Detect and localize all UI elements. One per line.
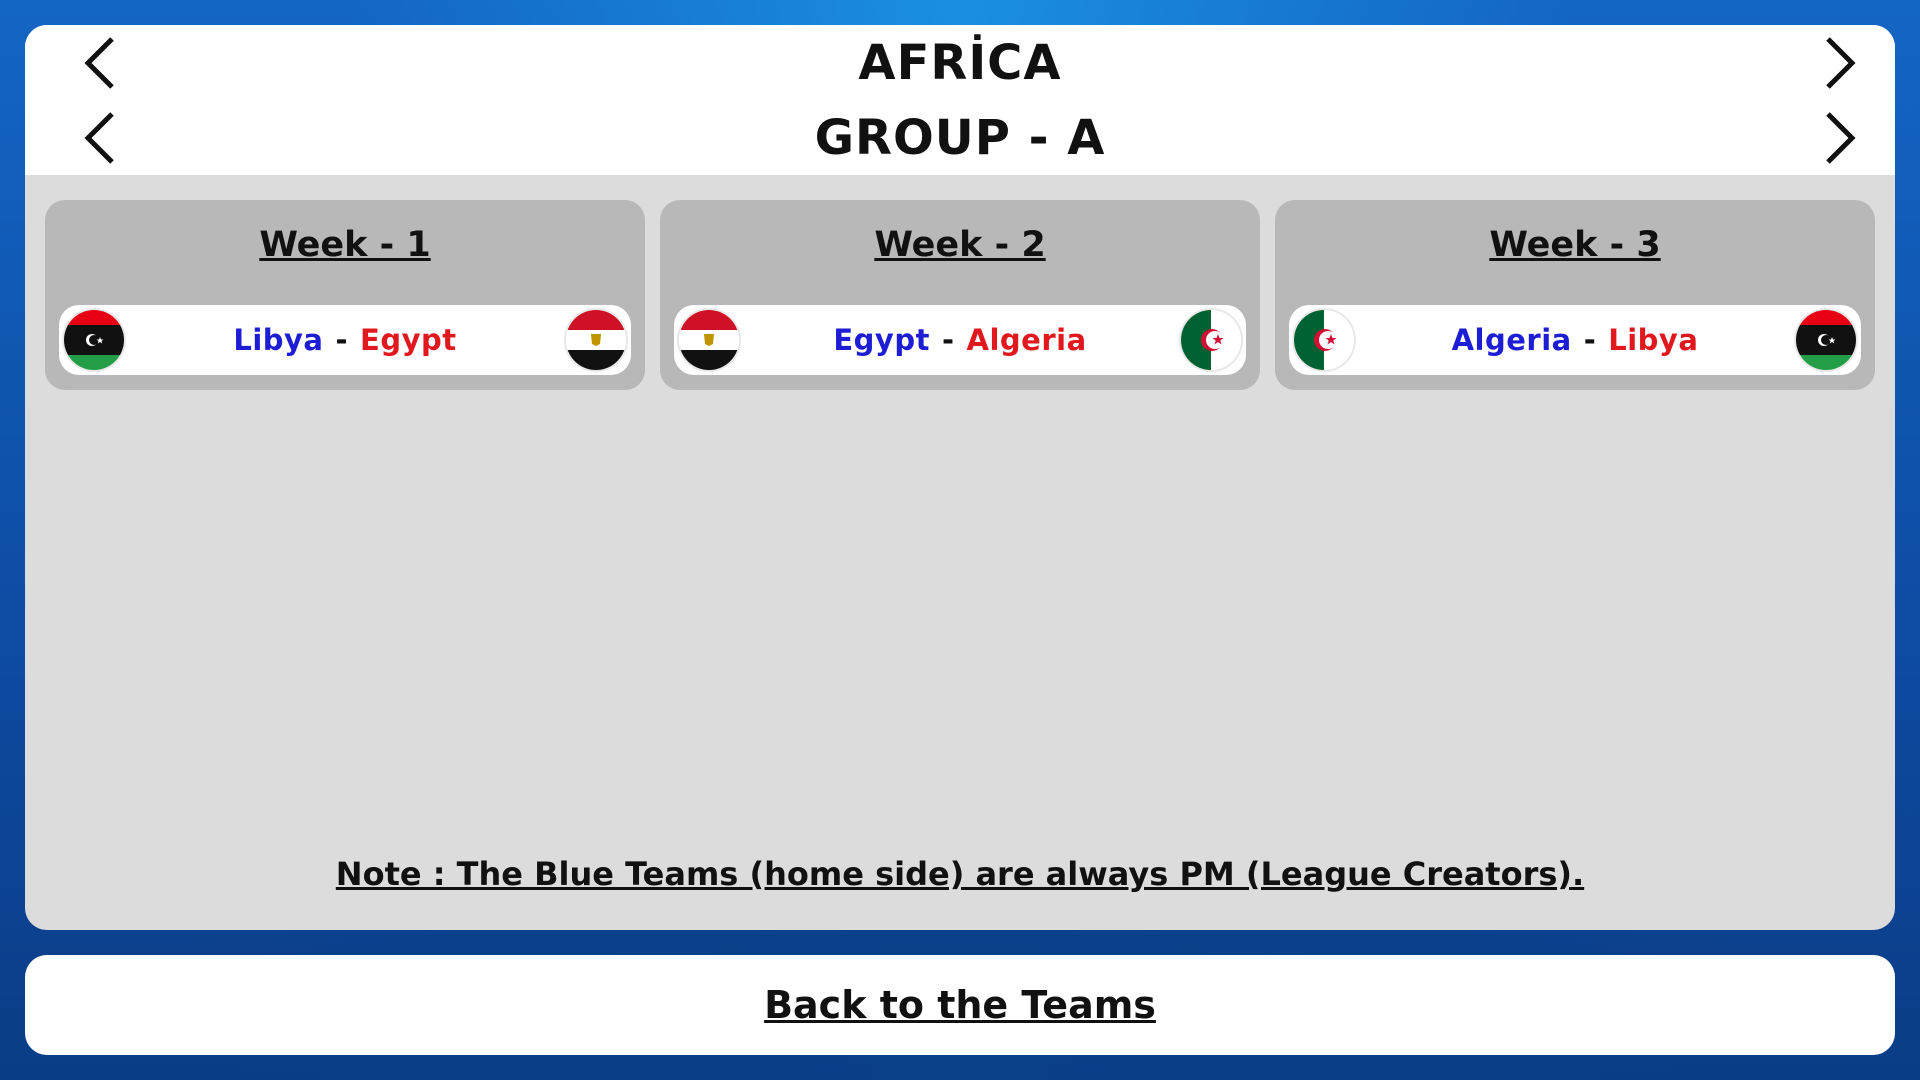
group-title: GROUP - A <box>814 109 1106 166</box>
away-team: Egypt <box>360 323 457 357</box>
week-title: Week - 3 <box>1489 225 1661 265</box>
week-card: Week - 1 Libya - Egypt <box>45 200 645 390</box>
region-row: AFRİCA <box>25 25 1895 100</box>
schedule-panel: AFRİCA GROUP - A Week - 1 Libya - Egypt … <box>25 25 1895 930</box>
league-note: Note : The Blue Teams (home side) are al… <box>335 855 1585 893</box>
match-separator: - <box>1583 323 1597 357</box>
home-team: Egypt <box>833 323 930 357</box>
back-to-teams-button[interactable]: Back to the Teams <box>25 955 1895 1055</box>
match-separator: - <box>941 323 955 357</box>
header: AFRİCA GROUP - A <box>25 25 1895 175</box>
prev-region-chevron-left-icon[interactable] <box>70 33 130 93</box>
away-team: Libya <box>1608 323 1699 357</box>
next-group-chevron-right-icon[interactable] <box>1810 108 1870 168</box>
match-separator: - <box>335 323 349 357</box>
weeks-list: Week - 1 Libya - Egypt Week - 2 Egypt - … <box>45 200 1875 390</box>
match-row[interactable]: Egypt - Algeria <box>674 305 1246 375</box>
week-title: Week - 1 <box>259 225 431 265</box>
prev-group-chevron-left-icon[interactable] <box>70 108 130 168</box>
group-row: GROUP - A <box>25 100 1895 175</box>
egypt-flag-icon <box>566 310 626 370</box>
match-row[interactable]: Algeria - Libya <box>1289 305 1861 375</box>
match-row[interactable]: Libya - Egypt <box>59 305 631 375</box>
next-region-chevron-right-icon[interactable] <box>1810 33 1870 93</box>
algeria-flag-icon <box>1181 310 1241 370</box>
week-card: Week - 3 Algeria - Libya <box>1275 200 1875 390</box>
week-card: Week - 2 Egypt - Algeria <box>660 200 1260 390</box>
week-title: Week - 2 <box>874 225 1046 265</box>
home-team: Algeria <box>1451 323 1572 357</box>
home-team: Libya <box>233 323 324 357</box>
away-team: Algeria <box>966 323 1087 357</box>
region-title: AFRİCA <box>858 34 1062 91</box>
libya-flag-icon <box>1796 310 1856 370</box>
